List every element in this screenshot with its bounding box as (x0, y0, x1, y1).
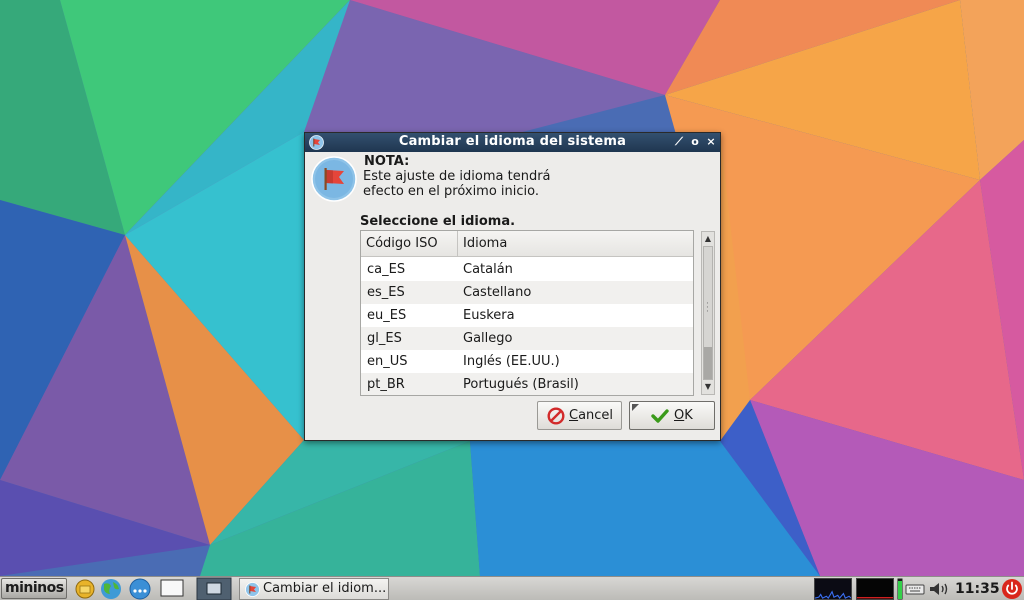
more-icon[interactable] (128, 577, 152, 600)
row-code: gl_ES (367, 331, 402, 346)
close-icon[interactable]: × (704, 134, 718, 150)
scroll-grip-icon: · · · (706, 299, 709, 317)
task-button-language-dialog[interactable]: Cambiar el idiom... (239, 578, 389, 600)
flag-icon (311, 156, 357, 202)
language-dialog: Cambiar el idioma del sistema ⟋ o × NOTA… (304, 132, 721, 441)
keyboard-icon[interactable] (905, 577, 925, 600)
scroll-down-icon[interactable]: ▼ (703, 381, 713, 393)
table-row[interactable]: es_ES Castellano (361, 281, 693, 304)
task-button-label: Cambiar el idiom... (263, 581, 387, 596)
pin-icon[interactable]: ⟋ (672, 134, 686, 150)
note-text-line-1: Este ajuste de idioma tendrá (363, 169, 551, 184)
battery-icon[interactable] (897, 578, 903, 600)
scroll-track[interactable]: · · · (703, 246, 713, 380)
scroll-thumb[interactable] (704, 347, 712, 379)
start-menu-label: mininos (5, 580, 64, 596)
table-row[interactable]: eu_ES Euskera (361, 304, 693, 327)
column-header-language[interactable]: Idioma (458, 231, 693, 256)
table-row[interactable]: ca_ES Catalán (361, 258, 693, 281)
row-code: es_ES (367, 285, 405, 300)
checkmark-icon (651, 409, 669, 423)
start-menu-button[interactable]: mininos (1, 578, 67, 599)
row-language: Catalán (463, 262, 513, 277)
table-row[interactable]: en_US Inglés (EE.UU.) (361, 350, 693, 373)
globe-icon[interactable] (99, 577, 123, 600)
folder-icon[interactable] (74, 577, 96, 600)
table-row[interactable]: gl_ES Gallego (361, 327, 693, 350)
dialog-title: Cambiar el idioma del sistema (398, 134, 627, 149)
cancel-button[interactable]: Cancel (537, 401, 622, 430)
cpu-monitor-graph[interactable] (814, 578, 852, 600)
power-icon[interactable] (1001, 578, 1023, 600)
dialog-titlebar[interactable]: Cambiar el idioma del sistema ⟋ o × (305, 133, 720, 152)
row-code: eu_ES (367, 308, 407, 323)
select-language-label: Seleccione el idioma. (360, 214, 516, 229)
row-code: ca_ES (367, 262, 406, 277)
row-language: Portugués (Brasil) (463, 377, 579, 392)
note-title: NOTA: (364, 154, 410, 169)
row-code: en_US (367, 354, 408, 369)
language-list[interactable]: Código ISO Idioma ca_ES Catalán es_ES Ca… (360, 230, 694, 396)
volume-icon[interactable] (928, 577, 950, 600)
row-language: Castellano (463, 285, 532, 300)
default-button-marker (632, 404, 639, 411)
list-scrollbar[interactable]: ▲ · · · ▼ (701, 231, 715, 395)
app-flag-icon (245, 582, 260, 597)
scroll-up-icon[interactable]: ▲ (703, 233, 713, 245)
network-monitor-graph[interactable] (856, 578, 894, 600)
window-switcher-icon[interactable] (196, 577, 232, 600)
maximize-icon[interactable]: o (688, 134, 702, 150)
show-desktop-icon[interactable] (158, 577, 186, 600)
row-language: Inglés (EE.UU.) (463, 354, 560, 369)
cancel-icon (547, 407, 565, 425)
cancel-label: Cancel (569, 408, 614, 423)
table-row[interactable]: pt_BR Portugués (Brasil) (361, 373, 693, 395)
clock[interactable]: 11:35 (955, 579, 1000, 600)
column-header-iso-code[interactable]: Código ISO (361, 231, 458, 256)
row-language: Gallego (463, 331, 513, 346)
taskbar: mininos Cambiar el idiom... 11:35 (0, 576, 1024, 600)
row-language: Euskera (463, 308, 515, 323)
ok-label: OK (674, 408, 693, 423)
list-header: Código ISO Idioma (361, 231, 693, 257)
note-text-line-2: efecto en el próximo inicio. (363, 184, 540, 199)
ok-button[interactable]: OK (629, 401, 715, 430)
row-code: pt_BR (367, 377, 405, 392)
